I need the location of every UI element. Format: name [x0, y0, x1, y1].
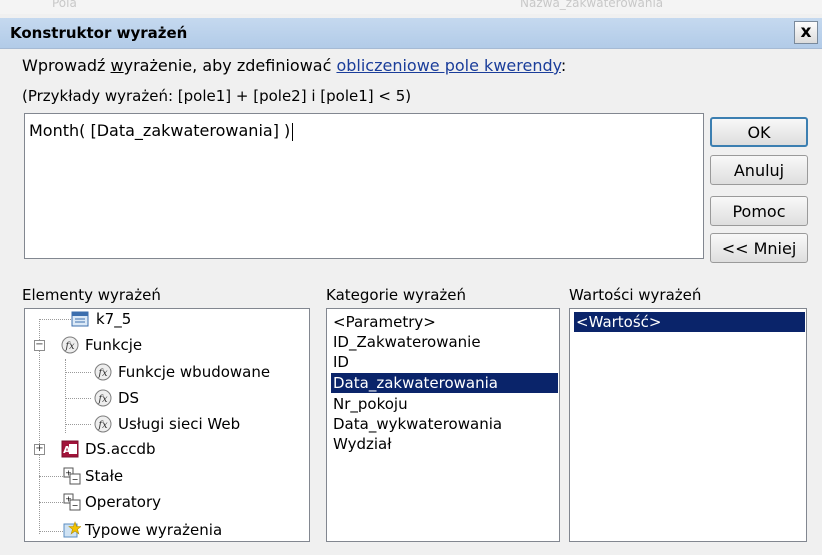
- help-button[interactable]: Pomoc: [710, 196, 808, 226]
- common-expressions-icon: [63, 521, 81, 538]
- tree-label-web-services: Usługi sieci Web: [118, 415, 241, 433]
- svg-text:fx: fx: [97, 394, 108, 405]
- intro-accesskey: w: [110, 56, 124, 75]
- elements-tree[interactable]: k7_5 − fx Funkcje fx Funkcje wbudowane f…: [24, 308, 310, 542]
- collapse-functions-expander[interactable]: −: [34, 340, 45, 351]
- elements-label: Elementy wyrażeń: [22, 286, 161, 304]
- svg-text:A: A: [63, 445, 71, 456]
- tree-label-common-expressions: Typowe wyrażenia: [85, 521, 223, 539]
- svg-text:−: −: [72, 475, 79, 484]
- list-item[interactable]: ID: [331, 352, 558, 372]
- categories-list[interactable]: <Parametry> ID_Zakwaterowanie ID Data_za…: [326, 308, 560, 542]
- list-item[interactable]: Wydział: [331, 434, 558, 454]
- examples-text: (Przykłady wyrażeń: [pole1] + [pole2] i …: [22, 87, 412, 105]
- ok-button[interactable]: OK: [710, 117, 808, 147]
- intro-text: Wprowadź wyrażenie, aby zdefiniować obli…: [22, 56, 566, 75]
- values-label: Wartości wyrażeń: [569, 286, 702, 304]
- intro-prefix: Wprowadź: [22, 56, 111, 75]
- function-icon: fx: [94, 389, 112, 407]
- close-button[interactable]: x: [794, 21, 818, 44]
- operators-icon: + −: [63, 493, 81, 511]
- svg-text:−: −: [72, 501, 79, 510]
- expression-builder-dialog: Konstruktor wyrażeń x Wprowadź wyrażenie…: [0, 14, 822, 555]
- function-icon: fx: [94, 415, 112, 433]
- tree-label-operators: Operatory: [85, 493, 162, 511]
- expression-input[interactable]: Month( [Data_zakwaterowania] ): [24, 113, 704, 259]
- list-item-selected[interactable]: Data_zakwaterowania: [331, 373, 558, 393]
- form-icon: [71, 311, 89, 327]
- constants-icon: + −: [63, 467, 81, 485]
- function-icon: fx: [61, 336, 79, 354]
- list-item[interactable]: <Parametry>: [331, 312, 558, 332]
- intro-suffix: :: [560, 56, 567, 75]
- background-text-left: Pola: [52, 0, 77, 10]
- tree-label-database: DS.accdb: [85, 440, 156, 458]
- background-text-right: Nazwa_zakwaterowania: [520, 0, 664, 10]
- tree-label-constants: Stałe: [85, 467, 124, 485]
- values-list[interactable]: <Wartość>: [569, 308, 807, 542]
- dialog-titlebar: Konstruktor wyrażeń x: [0, 18, 822, 49]
- cancel-button[interactable]: Anuluj: [710, 155, 808, 185]
- close-icon: x: [800, 22, 812, 42]
- list-item[interactable]: Data_wykwaterowania: [331, 414, 558, 434]
- list-item[interactable]: ID_Zakwaterowanie: [331, 332, 558, 352]
- expand-database-expander[interactable]: +: [34, 444, 45, 455]
- less-button[interactable]: << Mniej: [710, 233, 808, 263]
- background-window-strip: Pola Nazwa_zakwaterowania: [0, 0, 822, 14]
- function-icon: fx: [94, 363, 112, 381]
- list-item[interactable]: Nr_pokoju: [331, 394, 558, 414]
- tree-label-ds-functions: DS: [118, 389, 140, 407]
- dialog-title: Konstruktor wyrażeń: [10, 24, 188, 42]
- categories-label: Kategorie wyrażeń: [326, 286, 467, 304]
- svg-text:fx: fx: [97, 420, 108, 431]
- access-db-icon: A: [61, 440, 79, 458]
- svg-text:fx: fx: [97, 368, 108, 379]
- list-item-selected[interactable]: <Wartość>: [574, 312, 805, 332]
- text-caret: [292, 122, 294, 141]
- tree-label-functions: Funkcje: [85, 336, 143, 354]
- tree-label-builtin-functions: Funkcje wbudowane: [118, 363, 271, 381]
- intro-middle: yrażenie, aby zdefiniować: [123, 56, 337, 75]
- svg-text:fx: fx: [64, 341, 75, 352]
- expression-value: Month( [Data_zakwaterowania] ): [29, 121, 291, 140]
- tree-label-k7-5: k7_5: [96, 310, 132, 328]
- calculated-field-link[interactable]: obliczeniowe pole kwerendy: [336, 56, 560, 75]
